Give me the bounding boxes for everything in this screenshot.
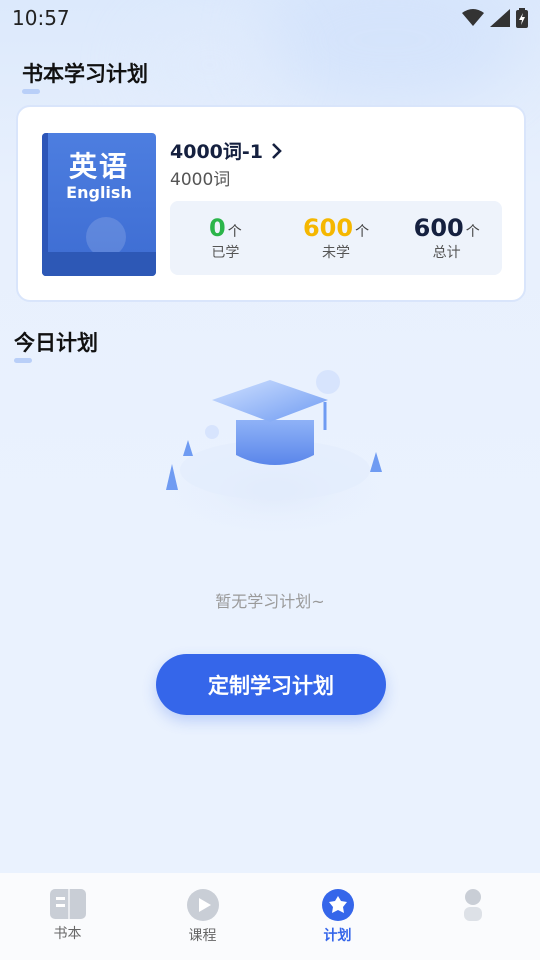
tab-book[interactable]: 书本 (0, 873, 135, 960)
stat-total: 600 个 总计 (391, 201, 502, 275)
title-underline-mark (22, 89, 40, 94)
status-bar: 10:57 (0, 0, 540, 36)
create-plan-button[interactable]: 定制学习计划 (156, 654, 386, 715)
stat-unlearned-label: 未学 (322, 245, 350, 261)
book-card[interactable]: 英语 English 4000词-1 4000词 0个 已学 600 个 未学 6… (16, 105, 526, 302)
stat-unlearned: 600 个 未学 (281, 201, 392, 275)
tab-course-label: 课程 (188, 928, 217, 944)
tab-profile[interactable] (405, 873, 540, 960)
play-icon (186, 889, 219, 921)
book-cover: 英语 English (42, 133, 156, 276)
empty-state-text: 暂无学习计划~ (215, 592, 325, 611)
plan-icon (321, 889, 354, 921)
book-word-count: 4000词 (170, 170, 231, 190)
stat-total-value: 600 (413, 214, 464, 242)
stat-learned-value: 0 (208, 214, 226, 242)
tab-plan[interactable]: 计划 (270, 873, 405, 960)
today-plan-title: 今日计划 (14, 327, 98, 363)
title-underline-mark (14, 358, 32, 363)
status-icons (462, 8, 528, 28)
cover-title-zh: 英语 (68, 150, 129, 183)
tab-plan-label: 计划 (323, 928, 352, 944)
status-time: 10:57 (12, 6, 70, 30)
bottom-tab-bar: 书本 课程 计划 (0, 873, 540, 960)
stat-learned-label: 已学 (211, 245, 240, 261)
stat-unlearned-value: 600 (302, 214, 354, 242)
cover-logo-icon (86, 217, 126, 257)
book-plan-title-text: 书本学习计划 (22, 62, 148, 86)
today-plan-title-text: 今日计划 (14, 331, 98, 355)
book-icon (49, 889, 86, 919)
book-title: 4000词-1 (170, 141, 263, 163)
graduation-cap-illustration (155, 370, 395, 540)
wifi-icon (462, 9, 484, 26)
signal-icon (490, 9, 510, 27)
stat-total-unit: 个 (465, 224, 480, 240)
battery-icon (516, 8, 528, 28)
book-title-link[interactable]: 4000词-1 (170, 137, 283, 164)
stat-learned-unit: 个 (227, 224, 242, 240)
person-icon (463, 889, 482, 921)
tab-book-label: 书本 (53, 926, 82, 942)
chevron-right-icon (272, 142, 282, 159)
cover-title-en: English (66, 183, 132, 202)
stat-learned: 0个 已学 (170, 201, 281, 275)
book-plan-title: 书本学习计划 (22, 58, 148, 94)
cover-base (42, 252, 156, 276)
tab-course[interactable]: 课程 (135, 873, 270, 960)
stat-unlearned-unit: 个 (355, 224, 370, 240)
stat-total-label: 总计 (432, 245, 461, 261)
book-stats: 0个 已学 600 个 未学 600 个 总计 (170, 201, 502, 275)
